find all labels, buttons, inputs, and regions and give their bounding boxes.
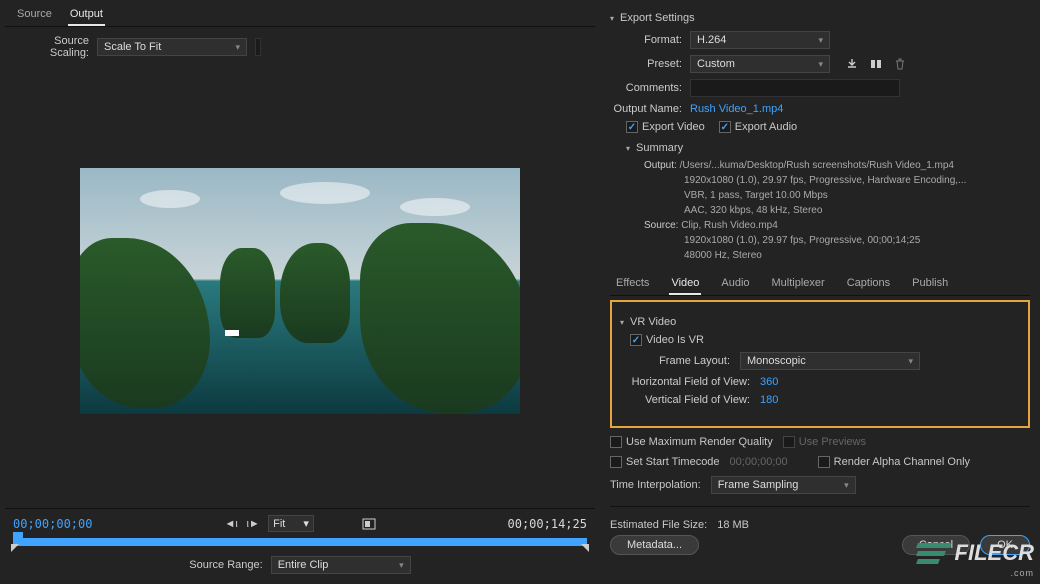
export-settings-header[interactable]: ▾ Export Settings <box>610 12 1030 24</box>
tab-publish[interactable]: Publish <box>910 275 950 295</box>
start-tc-value: 00;00;00;00 <box>730 456 788 468</box>
in-point-icon[interactable] <box>11 544 21 552</box>
source-range-select[interactable]: Entire Clip ▾ <box>271 556 411 574</box>
cursor-field[interactable] <box>255 38 261 56</box>
tab-output[interactable]: Output <box>68 6 105 26</box>
left-tabs: Source Output <box>5 0 595 27</box>
output-name-link[interactable]: Rush Video_1.mp4 <box>690 103 783 115</box>
timeline: 00;00;00;00 ◄ι ι► Fit ▾ 00;00;14;25 <box>5 508 595 584</box>
horiz-fov-label: Horizontal Field of View: <box>620 376 760 388</box>
est-file-size-value: 18 MB <box>717 519 749 531</box>
preset-label: Preset: <box>610 58 690 70</box>
timeline-track[interactable] <box>13 538 587 546</box>
chevron-down-icon: ▾ <box>626 144 630 153</box>
summary-body: Output: /Users/...kuma/Desktop/Rush scre… <box>644 158 1030 263</box>
tab-captions[interactable]: Captions <box>845 275 892 295</box>
chevron-down-icon: ▾ <box>303 517 309 530</box>
vr-video-title: VR Video <box>630 316 676 328</box>
frame-layout-value: Monoscopic <box>747 355 806 367</box>
format-select[interactable]: H.264 ▾ <box>690 31 830 49</box>
source-range-value: Entire Clip <box>278 559 329 571</box>
source-scaling-select[interactable]: Scale To Fit ▾ <box>97 38 247 56</box>
vert-fov-value[interactable]: 180 <box>760 394 778 406</box>
time-interp-label: Time Interpolation: <box>610 479 701 491</box>
zoom-fit-select[interactable]: Fit ▾ <box>268 515 314 532</box>
watermark-com: .com <box>1010 568 1034 578</box>
format-value: H.264 <box>697 34 726 46</box>
time-interp-select[interactable]: Frame Sampling ▾ <box>711 476 856 494</box>
cancel-button[interactable]: Cancel <box>902 535 970 555</box>
delete-preset-icon[interactable] <box>892 56 908 72</box>
use-previews-check: Use Previews <box>783 436 866 448</box>
comments-label: Comments: <box>610 82 690 94</box>
render-alpha-check[interactable]: Render Alpha Channel Only <box>818 456 970 468</box>
preset-value: Custom <box>697 58 735 70</box>
format-label: Format: <box>610 34 690 46</box>
settings-tabs: Effects Video Audio Multiplexer Captions… <box>610 269 1030 296</box>
tab-effects[interactable]: Effects <box>614 275 651 295</box>
tab-audio[interactable]: Audio <box>719 275 751 295</box>
time-interp-value: Frame Sampling <box>718 479 799 491</box>
export-audio-check[interactable]: Export Audio <box>719 121 797 133</box>
out-point-icon[interactable] <box>579 544 589 552</box>
export-video-check[interactable]: Export Video <box>626 121 705 133</box>
step-back-icon[interactable]: ◄ι <box>224 517 238 531</box>
vr-section-highlight: ▾ VR Video Video Is VR Frame Layout: Mon… <box>610 300 1030 428</box>
chevron-down-icon: ▾ <box>620 318 624 327</box>
source-range-label: Source Range: <box>189 559 270 571</box>
source-scaling-label: Source Scaling: <box>15 35 97 59</box>
est-file-size-label: Estimated File Size: <box>610 519 707 531</box>
horiz-fov-value[interactable]: 360 <box>760 376 778 388</box>
frame-layout-select[interactable]: Monoscopic ▾ <box>740 352 920 370</box>
timecode-start[interactable]: 00;00;00;00 <box>13 517 92 531</box>
vert-fov-label: Vertical Field of View: <box>620 394 760 406</box>
zoom-fit-value: Fit <box>273 518 285 530</box>
chevron-down-icon: ▾ <box>818 35 823 46</box>
preset-select[interactable]: Custom ▾ <box>690 55 830 73</box>
preview-area <box>5 73 595 508</box>
set-start-tc-check[interactable]: Set Start Timecode <box>610 456 720 468</box>
chevron-down-icon: ▾ <box>908 356 913 367</box>
ok-button[interactable]: OK <box>980 535 1030 555</box>
vr-video-header[interactable]: ▾ VR Video <box>620 316 1020 328</box>
save-preset-icon[interactable] <box>844 56 860 72</box>
chevron-down-icon: ▾ <box>844 480 849 491</box>
timecode-end: 00;00;14;25 <box>508 517 587 531</box>
tab-source[interactable]: Source <box>15 6 54 26</box>
summary-header[interactable]: ▾ Summary <box>626 142 1030 154</box>
summary-title: Summary <box>636 142 683 154</box>
max-quality-check[interactable]: Use Maximum Render Quality <box>610 436 773 448</box>
output-name-label: Output Name: <box>610 103 690 115</box>
frame-layout-label: Frame Layout: <box>620 355 740 367</box>
tab-multiplexer[interactable]: Multiplexer <box>770 275 827 295</box>
export-settings-title: Export Settings <box>620 12 695 24</box>
video-is-vr-check[interactable]: Video Is VR <box>630 334 704 346</box>
chevron-down-icon: ▾ <box>399 560 404 571</box>
tab-video[interactable]: Video <box>669 275 701 295</box>
import-preset-icon[interactable] <box>868 56 884 72</box>
step-fwd-icon[interactable]: ι► <box>246 517 260 531</box>
video-preview[interactable] <box>80 168 520 414</box>
chevron-down-icon: ▾ <box>610 14 614 23</box>
chevron-down-icon: ▾ <box>818 59 823 70</box>
source-scaling-value: Scale To Fit <box>104 41 161 53</box>
comments-input[interactable] <box>690 79 900 97</box>
chevron-down-icon: ▾ <box>235 42 240 53</box>
aspect-ratio-icon[interactable] <box>362 517 376 531</box>
metadata-button[interactable]: Metadata... <box>610 535 699 555</box>
